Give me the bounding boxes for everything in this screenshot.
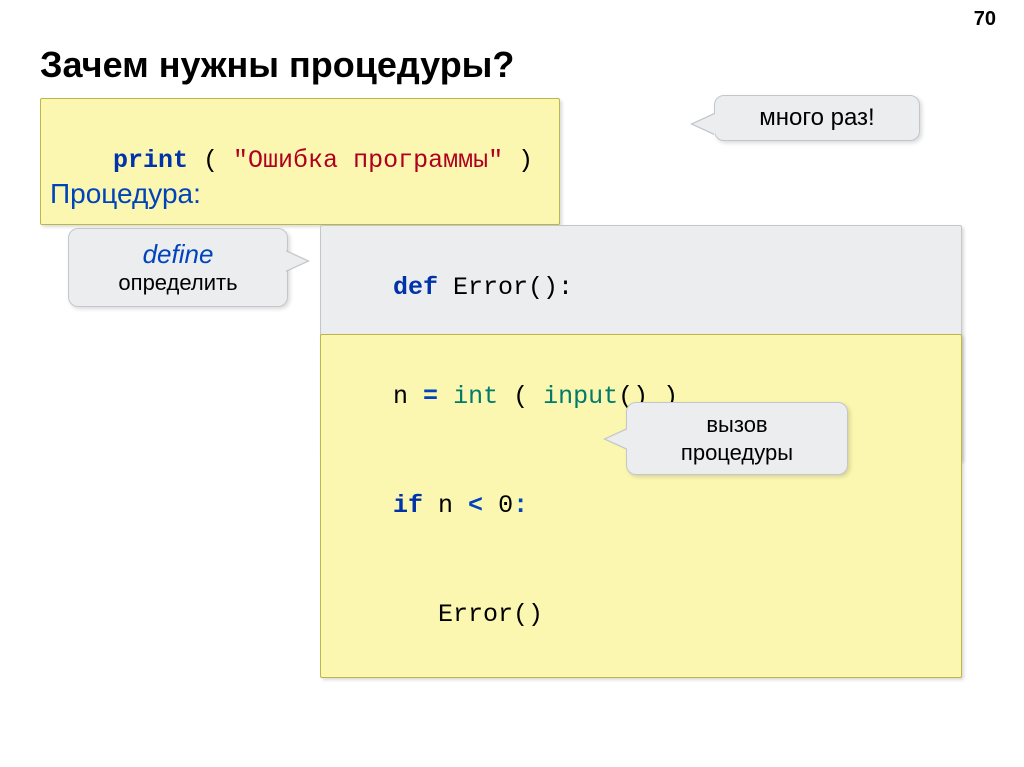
callout-tail bbox=[606, 429, 628, 449]
callout-tail bbox=[693, 114, 715, 134]
string-literal: "Ошибка программы" bbox=[233, 146, 503, 175]
slide-heading: Зачем нужны процедуры? bbox=[40, 44, 514, 86]
kw-def: def bbox=[393, 273, 438, 302]
page-number: 70 bbox=[974, 8, 996, 31]
paren: ( bbox=[498, 382, 543, 411]
pad bbox=[438, 382, 453, 411]
num: 0 bbox=[483, 491, 513, 520]
kw-if: if bbox=[393, 491, 423, 520]
callout-many-times: много раз! bbox=[714, 95, 920, 141]
fn-input: input bbox=[543, 382, 618, 411]
callout-line2: процедуры bbox=[681, 440, 793, 465]
subheading-procedure: Процедура: bbox=[50, 178, 201, 210]
kw-print: print bbox=[113, 146, 188, 175]
op-lt: < bbox=[468, 491, 483, 520]
callout-define-sub: определить bbox=[81, 270, 275, 296]
code-box-call: n = int ( input() ) if n < 0: Error() bbox=[320, 334, 962, 678]
callout-tail bbox=[285, 251, 307, 271]
var: n bbox=[423, 491, 468, 520]
callout-define: define определить bbox=[68, 228, 288, 307]
fn-name: Error bbox=[438, 273, 528, 302]
fn-int: int bbox=[453, 382, 498, 411]
paren: (): bbox=[528, 273, 573, 302]
op-eq: = bbox=[423, 382, 438, 411]
var: n bbox=[393, 382, 423, 411]
colon: : bbox=[513, 491, 528, 520]
callout-line1: вызов bbox=[706, 412, 767, 437]
callout-text: много раз! bbox=[735, 104, 899, 132]
callout-call-procedure: вызов процедуры bbox=[626, 402, 848, 475]
callout-define-italic: define bbox=[81, 239, 275, 270]
call-error: Error() bbox=[438, 600, 543, 629]
paren: ( bbox=[188, 146, 233, 175]
pad bbox=[393, 600, 438, 629]
paren: ) bbox=[503, 146, 533, 175]
